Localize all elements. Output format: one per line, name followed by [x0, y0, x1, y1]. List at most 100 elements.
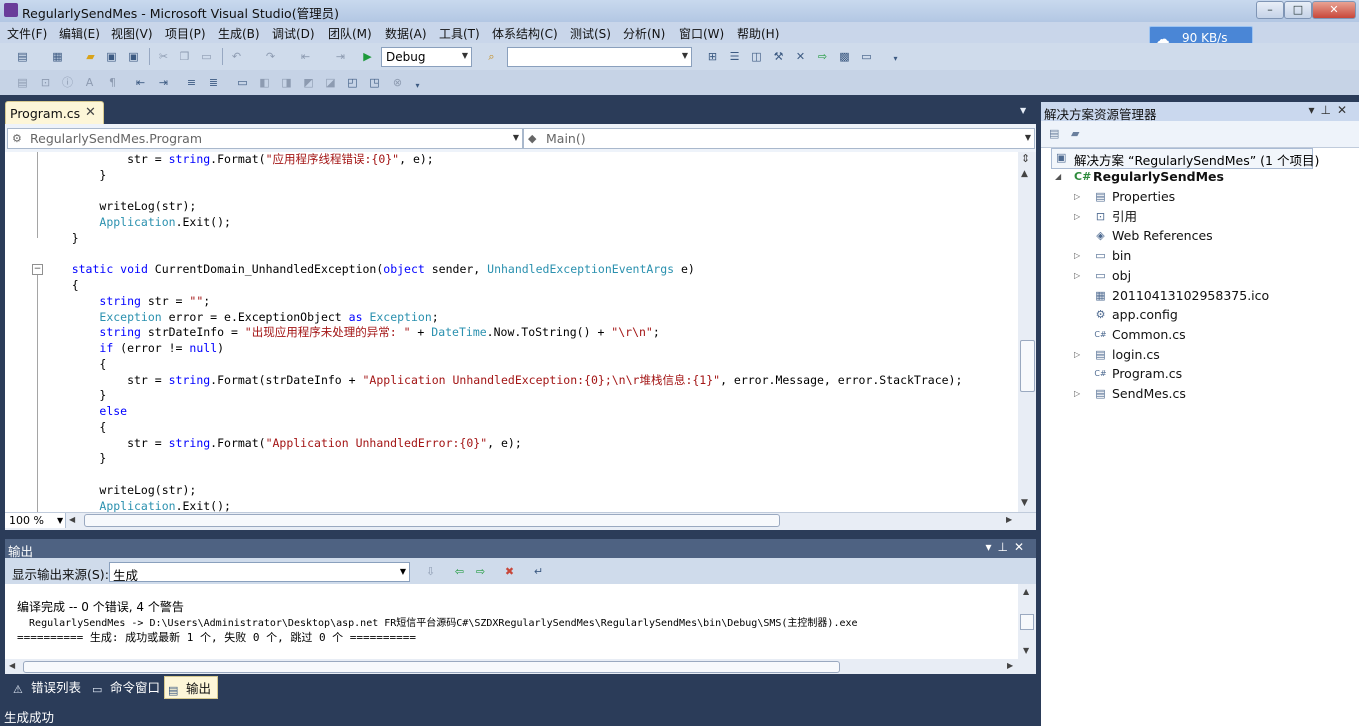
find-combo-box[interactable]: ▼	[507, 47, 692, 67]
toolbox-icon[interactable]: ⚒	[771, 49, 786, 64]
expand-arrow-icon[interactable]: ▷	[1074, 267, 1080, 285]
show-all-files-icon[interactable]: ▰	[1071, 127, 1086, 140]
tab-command-window[interactable]: ▭ 命令窗口	[89, 676, 163, 697]
redo-icon[interactable]: ↷	[263, 49, 278, 64]
menu-analyze[interactable]: 分析(N)	[623, 25, 665, 42]
toolbar-overflow-icon[interactable]: ▾	[410, 78, 425, 93]
collapse-toggle[interactable]: −	[32, 264, 43, 275]
copy-icon[interactable]: ❐	[177, 49, 192, 64]
tree-item[interactable]: ▷ ▭ obj	[1074, 267, 1131, 285]
editor-vertical-scrollbar[interactable]: ⇕ ▲ ▼	[1018, 152, 1036, 512]
previous-bookmark-icon[interactable]: ◧	[257, 75, 272, 90]
toggle-word-wrap-icon[interactable]: ↵	[531, 564, 546, 579]
undo-icon[interactable]: ↶	[229, 49, 244, 64]
toggle-whitespace-icon[interactable]: ¶	[105, 75, 120, 90]
object-browser-icon[interactable]: ◫	[749, 49, 764, 64]
panel-controls[interactable]: ▾⊥✕	[1308, 103, 1353, 117]
new-project-icon[interactable]: ▤	[15, 49, 30, 64]
menu-build[interactable]: 生成(B)	[218, 25, 260, 42]
tab-program-cs[interactable]: Program.cs ✕	[5, 101, 104, 125]
previous-bookmark-document-icon[interactable]: ◰	[345, 75, 360, 90]
zoom-level-select[interactable]: 100 % ▼	[5, 513, 66, 528]
expand-arrow-icon[interactable]: ▷	[1074, 346, 1080, 364]
scroll-left-icon[interactable]: ◀	[9, 661, 15, 670]
menu-edit[interactable]: 编辑(E)	[59, 25, 100, 42]
add-item-icon[interactable]: ▦	[50, 49, 65, 64]
project-node[interactable]: ◢ C# RegularlySendMes	[1055, 168, 1224, 186]
previous-message-icon[interactable]: ⇦	[452, 564, 467, 579]
menu-help[interactable]: 帮助(H)	[737, 25, 779, 42]
tree-item[interactable]: C# Program.cs	[1094, 365, 1182, 383]
tools-icon[interactable]: ✕	[793, 49, 808, 64]
object-member-list-icon[interactable]: ▤	[15, 75, 30, 90]
toolbar-overflow-icon[interactable]: ▾	[888, 51, 903, 66]
member-selector[interactable]: ◆ Main() ▼	[523, 128, 1035, 149]
split-handle-icon[interactable]: ⇕	[1021, 152, 1030, 165]
output-text-area[interactable]: 编译完成 -- 0 个错误, 4 个警告 RegularlySendMes ->…	[5, 584, 1018, 659]
properties-icon[interactable]: ▤	[1049, 127, 1064, 140]
menu-view[interactable]: 视图(V)	[111, 25, 153, 42]
properties-window-icon[interactable]: ☰	[727, 49, 742, 64]
tab-error-list[interactable]: ⚠ 错误列表	[10, 676, 84, 697]
decrease-indent-icon[interactable]: ⇤	[133, 75, 148, 90]
type-selector[interactable]: ⚙ RegularlySendMes.Program ▼	[7, 128, 523, 149]
tree-item[interactable]: ⚙ app.config	[1096, 306, 1178, 324]
go-to-message-icon[interactable]: ⇩	[423, 564, 438, 579]
navigate-forward-icon[interactable]: ⇥	[333, 49, 348, 64]
output-source-select[interactable]: 生成 ▼	[109, 562, 410, 583]
menu-architecture[interactable]: 体系结构(C)	[492, 25, 558, 42]
next-message-icon[interactable]: ⇨	[473, 564, 488, 579]
quick-info-icon[interactable]: ⓘ	[60, 75, 75, 90]
output-horizontal-scrollbar[interactable]: ◀ ▶	[5, 659, 1036, 674]
start-debugging-icon[interactable]: ▶	[360, 49, 375, 64]
increase-indent-icon[interactable]: ⇥	[156, 75, 171, 90]
open-file-icon[interactable]: ▰	[83, 49, 98, 64]
menu-file[interactable]: 文件(F)	[7, 25, 47, 42]
menu-tools[interactable]: 工具(T)	[439, 25, 480, 42]
solution-node[interactable]: ▣ 解决方案 “RegularlySendMes” (1 个项目)	[1051, 148, 1319, 169]
scroll-down-icon[interactable]: ▼	[1021, 498, 1028, 508]
expand-arrow-icon[interactable]: ▷	[1074, 247, 1080, 265]
solution-explorer-icon[interactable]: ⊞	[705, 49, 720, 64]
menu-debug[interactable]: 调试(D)	[272, 25, 315, 42]
clear-bookmarks-icon[interactable]: ⊗	[390, 75, 405, 90]
tree-item[interactable]: ◈ Web References	[1096, 227, 1212, 245]
scroll-right-icon[interactable]: ▶	[1007, 661, 1013, 670]
previous-bookmark-folder-icon[interactable]: ◩	[301, 75, 316, 90]
find-in-files-icon[interactable]: ⌕	[484, 49, 499, 64]
scroll-thumb[interactable]	[23, 661, 840, 673]
menu-project[interactable]: 项目(P)	[165, 25, 206, 42]
next-bookmark-folder-icon[interactable]: ◪	[323, 75, 338, 90]
navigate-backward-icon[interactable]: ⇤	[298, 49, 313, 64]
expand-arrow-icon[interactable]: ▷	[1074, 208, 1080, 226]
scroll-thumb[interactable]	[1020, 340, 1035, 392]
start-page-icon[interactable]: ⇨	[815, 49, 830, 64]
minimize-button[interactable]: –	[1256, 1, 1284, 19]
tree-item[interactable]: ▷ ▤ Properties	[1074, 188, 1175, 206]
complete-word-icon[interactable]: A	[82, 75, 97, 90]
tree-item[interactable]: ▷ ⊡ 引用	[1074, 208, 1137, 226]
clear-all-icon[interactable]: ✖	[502, 564, 517, 579]
scroll-thumb[interactable]	[84, 514, 780, 527]
tree-item[interactable]: ▷ ▤ login.cs	[1074, 346, 1160, 364]
next-bookmark-icon[interactable]: ◨	[279, 75, 294, 90]
solution-configuration-select[interactable]: Debug ▼	[381, 47, 472, 67]
extension-manager-icon[interactable]: ▩	[837, 49, 852, 64]
expand-arrow-icon[interactable]: ▷	[1074, 385, 1080, 403]
comment-out-icon[interactable]: ≡	[184, 75, 199, 90]
restore-button[interactable]: □	[1284, 1, 1312, 19]
menu-data[interactable]: 数据(A)	[385, 25, 427, 42]
parameter-info-icon[interactable]: ⊡	[38, 75, 53, 90]
scroll-left-icon[interactable]: ◀	[69, 515, 75, 524]
tree-item[interactable]: ▦ 20110413102958375.ico	[1095, 287, 1269, 305]
scroll-right-icon[interactable]: ▶	[1006, 515, 1012, 524]
scroll-up-icon[interactable]: ▲	[1021, 169, 1028, 179]
scroll-up-icon[interactable]: ▲	[1023, 587, 1029, 596]
tree-item[interactable]: C# Common.cs	[1094, 326, 1185, 344]
expand-arrow-icon[interactable]: ▷	[1074, 188, 1080, 206]
save-all-icon[interactable]: ▣	[126, 49, 141, 64]
command-window-icon[interactable]: ▭	[859, 49, 874, 64]
cut-icon[interactable]: ✂	[156, 49, 171, 64]
scroll-down-icon[interactable]: ▼	[1023, 646, 1029, 655]
uncomment-icon[interactable]: ≣	[206, 75, 221, 90]
